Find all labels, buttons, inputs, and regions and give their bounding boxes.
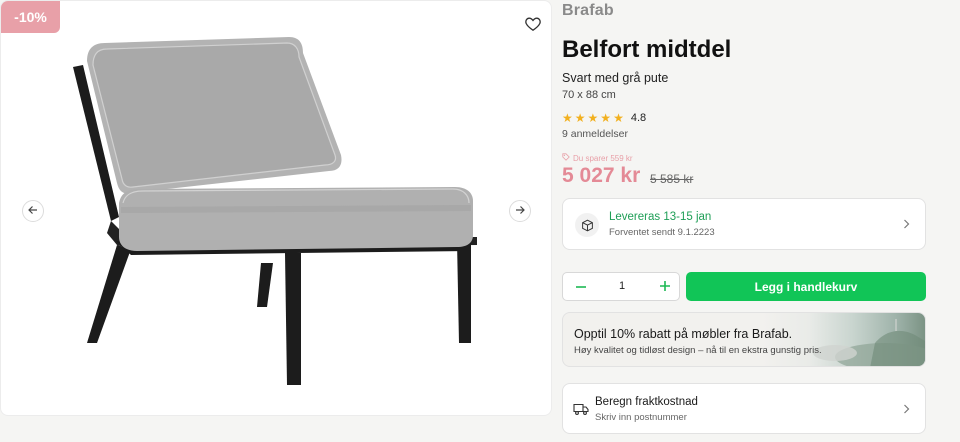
freight-subtitle: Skriv inn postnummer [595,412,687,423]
product-title: Belfort midtdel [562,36,732,63]
old-price: 5 585 kr [650,172,694,186]
brand-logo[interactable]: Brafab [562,2,614,20]
promo-title: Opptil 10% rabatt på møbler fra Brafab. [574,327,793,341]
delivery-shipped: Forventet sendt 9.1.2223 [609,227,715,238]
product-dimensions: 70 x 88 cm [562,89,616,101]
freight-calculator-card[interactable]: Beregn fraktkostnad Skriv inn postnummer [562,383,926,434]
rating-stars[interactable]: ★ ★ ★ ★ ★ 4.8 [562,112,646,124]
star-icon: ★ [562,111,573,125]
star-icon: ★ [587,111,599,125]
add-to-cart-button[interactable]: Legg i handlekurv [686,272,926,301]
increase-quantity-button[interactable] [655,276,675,296]
current-price: 5 027 kr [562,164,641,187]
savings-text: Du sparer 559 kr [573,153,633,163]
promo-banner[interactable]: Opptil 10% rabatt på møbler fra Brafab. … [562,312,926,367]
promo-image [813,319,925,366]
product-page: -10% Brafab Belfort midtdel Svart med gr… [0,0,960,442]
truck-icon [573,402,589,416]
star-icon: ★ [613,111,624,125]
promo-subtitle: Høy kvalitet og tidløst design – nå til … [574,345,822,356]
chevron-right-icon [901,219,911,229]
reviews-link[interactable]: 9 anmeldelser [562,128,628,140]
discount-badge: -10% [1,1,60,33]
product-image [73,37,477,385]
star-icon: ★ [600,111,612,125]
freight-title: Beregn fraktkostnad [595,396,698,408]
quantity-stepper: 1 [562,272,680,301]
savings-label: Du sparer 559 kr [562,153,633,163]
product-variant: Svart med grå pute [562,71,669,85]
next-image-button[interactable] [509,200,531,222]
rating-value: 4.8 [630,112,647,124]
package-icon [575,213,599,237]
previous-image-button[interactable] [22,200,44,222]
product-gallery: -10% [0,0,552,416]
arrow-left-icon [28,202,38,220]
quantity-value[interactable]: 1 [613,280,631,292]
delivery-date: Levereras 13-15 jan [609,211,712,223]
arrow-right-icon [515,202,525,220]
delivery-info-card[interactable]: Levereras 13-15 jan Forventet sendt 9.1.… [562,198,926,250]
tag-icon [562,153,570,163]
heart-icon[interactable] [523,13,543,33]
decrease-quantity-button[interactable] [571,277,591,297]
star-icon: ★ [574,111,586,125]
chevron-right-icon [901,404,911,414]
